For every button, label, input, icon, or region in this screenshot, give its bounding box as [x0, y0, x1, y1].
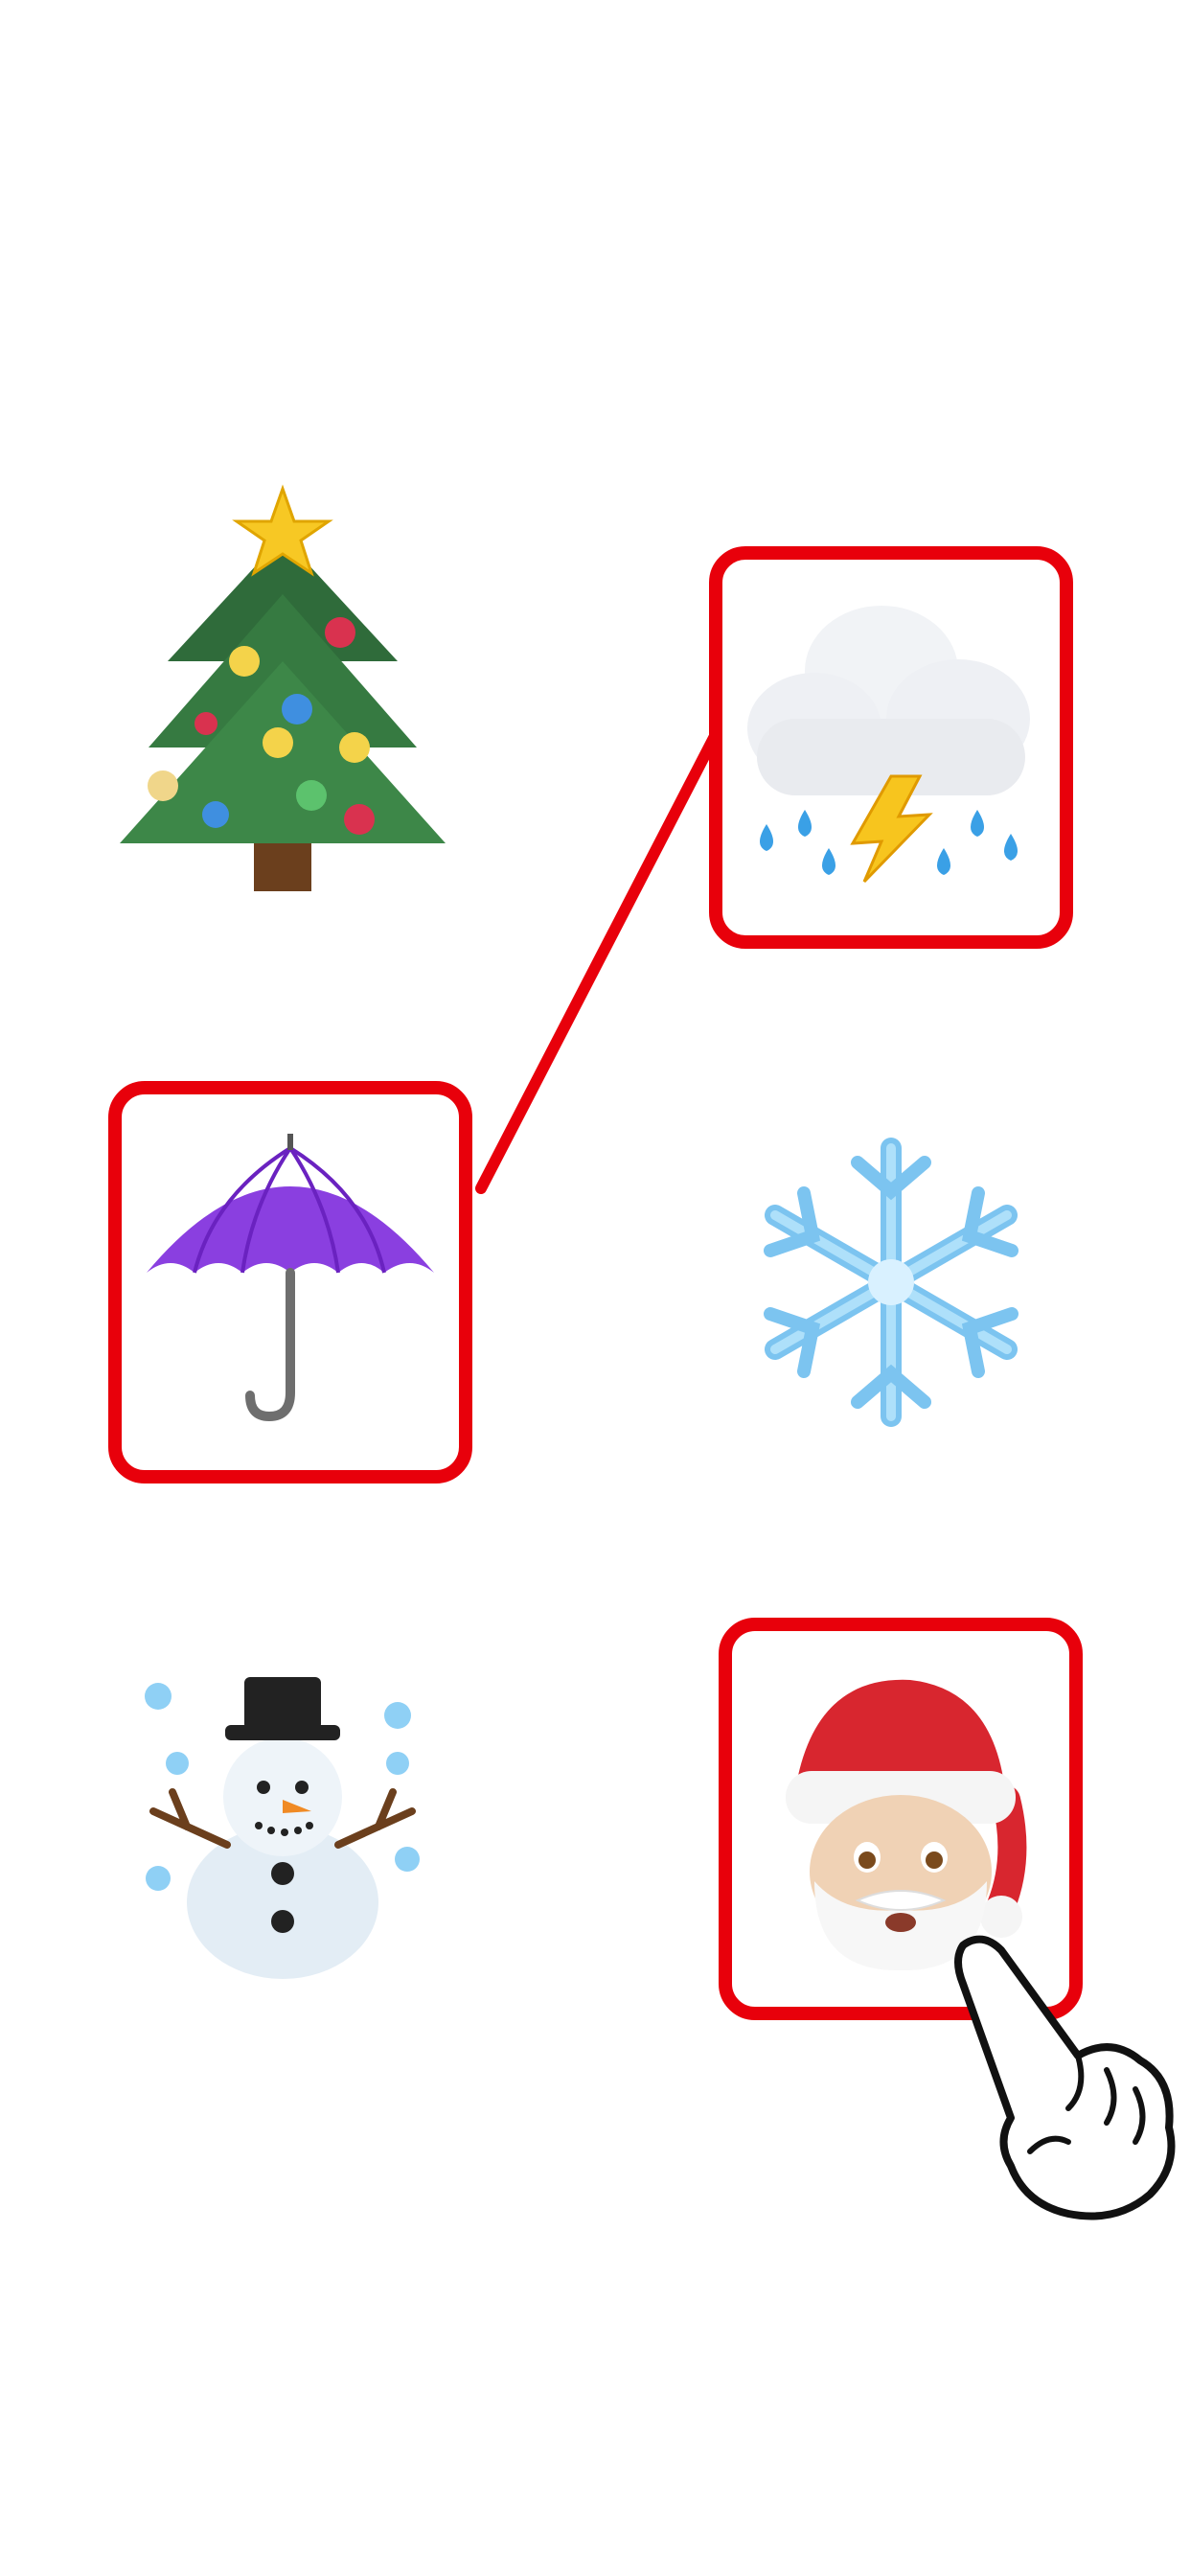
christmas-tree-icon: [120, 484, 446, 891]
cloud-lightning-rain-icon: [747, 606, 1030, 884]
tile-storm-cloud[interactable]: [709, 546, 1073, 949]
tile-christmas-tree[interactable]: [101, 484, 465, 901]
pointing-hand-icon: [954, 1935, 1176, 2220]
tile-umbrella[interactable]: [108, 1081, 472, 1484]
snowflake-icon: [764, 1138, 1018, 1427]
umbrella-icon: [147, 1134, 434, 1422]
game-board: [0, 0, 1190, 2576]
tile-snowflake[interactable]: [709, 1081, 1073, 1484]
tile-snowman[interactable]: [101, 1620, 465, 2022]
snowman-icon: [145, 1677, 420, 1979]
